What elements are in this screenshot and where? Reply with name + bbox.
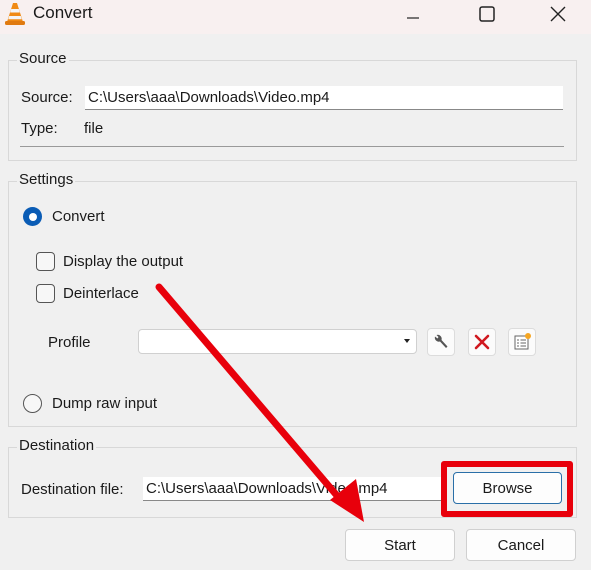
- delete-profile-button[interactable]: [468, 328, 496, 356]
- type-label: Type:: [21, 120, 58, 137]
- close-button[interactable]: [538, 0, 578, 28]
- profile-dropdown[interactable]: [138, 329, 417, 354]
- new-profile-icon: [514, 333, 531, 350]
- start-button[interactable]: Start: [345, 529, 455, 561]
- display-output-label[interactable]: Display the output: [63, 253, 183, 270]
- settings-group-title: Settings: [17, 171, 76, 188]
- vlc-cone-icon: [5, 3, 25, 25]
- source-group: Source Source: C:\Users\aaa\Downloads\Vi…: [8, 50, 577, 161]
- convert-label[interactable]: Convert: [52, 208, 105, 225]
- destination-file-label: Destination file:: [21, 481, 124, 498]
- source-label: Source:: [21, 89, 73, 106]
- convert-radio[interactable]: [23, 207, 42, 226]
- settings-group: Settings Convert Display the output Dein…: [8, 171, 577, 427]
- display-output-checkbox[interactable]: [36, 252, 55, 271]
- destination-group: Destination Destination file: C:\Users\a…: [8, 437, 577, 518]
- dump-raw-label[interactable]: Dump raw input: [52, 395, 157, 412]
- chevron-down-icon: [404, 339, 410, 343]
- wrench-icon: [434, 334, 448, 348]
- source-divider: [20, 146, 564, 147]
- browse-button[interactable]: Browse: [453, 472, 562, 504]
- source-group-title: Source: [17, 50, 69, 67]
- close-icon: [550, 6, 566, 22]
- deinterlace-label[interactable]: Deinterlace: [63, 285, 139, 302]
- cancel-button[interactable]: Cancel: [466, 529, 576, 561]
- edit-profile-button[interactable]: [427, 328, 455, 356]
- window-title: Convert: [33, 3, 93, 22]
- destination-file-field[interactable]: C:\Users\aaa\Downloads\Video.mp4: [143, 477, 443, 501]
- maximize-icon: [479, 6, 495, 22]
- dump-raw-radio[interactable]: [23, 394, 42, 413]
- title-bar: Convert: [0, 0, 591, 34]
- maximize-button[interactable]: [467, 0, 507, 28]
- deinterlace-checkbox[interactable]: [36, 284, 55, 303]
- delete-x-icon: [474, 334, 490, 350]
- minimize-icon: [407, 17, 419, 19]
- new-profile-button[interactable]: [508, 328, 536, 356]
- source-path-field[interactable]: C:\Users\aaa\Downloads\Video.mp4: [85, 86, 563, 110]
- profile-label: Profile: [48, 334, 91, 351]
- destination-group-title: Destination: [17, 437, 97, 454]
- minimize-button[interactable]: [393, 0, 433, 28]
- type-value: file: [84, 120, 104, 137]
